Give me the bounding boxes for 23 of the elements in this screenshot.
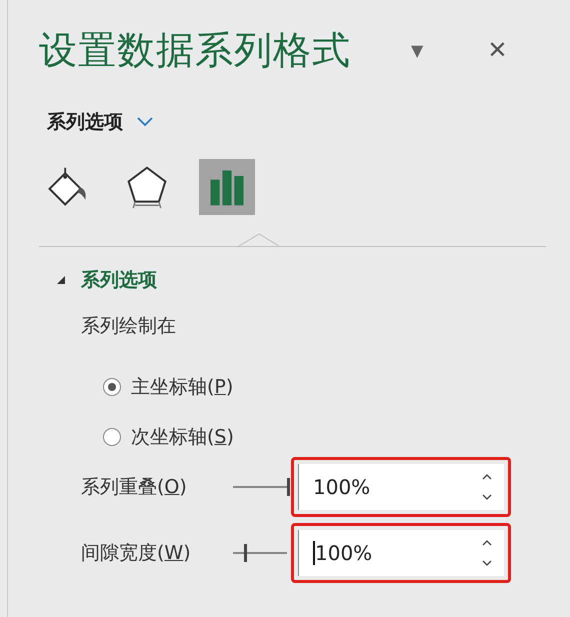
spin-down-icon[interactable]: [482, 494, 492, 500]
options-dropdown[interactable]: 系列选项: [47, 109, 123, 135]
pane-title: 设置数据系列格式: [39, 26, 351, 74]
pane-menu-button[interactable]: ▼: [411, 40, 424, 60]
slider-thumb[interactable]: [244, 544, 247, 562]
radio-button[interactable]: [103, 428, 121, 446]
chevron-icon: [137, 117, 153, 127]
pentagon-icon: [125, 165, 169, 209]
section-title[interactable]: 系列选项: [81, 267, 157, 293]
radio-label[interactable]: 次坐标轴(S): [131, 424, 234, 450]
radio-button[interactable]: [103, 378, 121, 396]
collapse-icon[interactable]: [56, 275, 66, 285]
spin-up-icon[interactable]: [482, 474, 492, 480]
spin-up-icon[interactable]: [482, 540, 492, 546]
radio-label[interactable]: 主坐标轴(P): [131, 374, 234, 400]
close-button[interactable]: ✕: [487, 36, 508, 64]
spin-field[interactable]: 100%: [298, 464, 504, 510]
spin-down-icon[interactable]: [482, 560, 492, 566]
field-label: 系列绘制在: [81, 314, 177, 339]
spin-field[interactable]: 100%: [298, 530, 504, 576]
field-label: 系列重叠(O): [81, 475, 188, 500]
field-label: 间隙宽度(W): [81, 541, 192, 566]
slider-thumb[interactable]: [287, 478, 290, 496]
